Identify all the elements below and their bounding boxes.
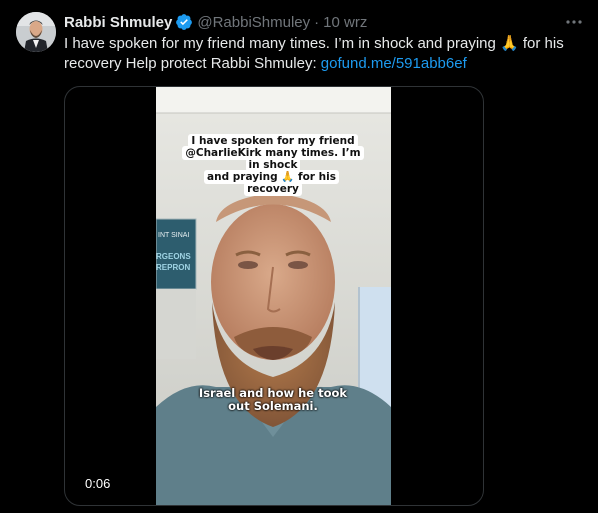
caption-bottom-line-2: out Solemani. <box>228 399 318 413</box>
more-options-button[interactable] <box>564 12 584 32</box>
tweet-date[interactable]: 10 wrz <box>323 14 367 31</box>
avatar-photo-icon <box>16 12 56 52</box>
caption-top-line-2: @CharlieKirk many times. I’m in shock <box>182 146 364 172</box>
tweet-text-line-2-content: recovery Help protect Rabbi Shmuley: <box>64 55 321 72</box>
gofundme-link[interactable]: gofund.me/591abb6ef <box>321 55 467 72</box>
video-frame[interactable]: INT SINAI RGEONS REPRON I have spoken fo… <box>156 87 391 505</box>
tweet-text-line-1: I have spoken for my friend many times. … <box>64 35 564 52</box>
separator-dot: · <box>314 13 320 31</box>
poster-text-low: REPRON <box>156 263 190 272</box>
tweet-header: Rabbi Shmuley @RabbiShmuley · 10 wrz <box>64 12 367 32</box>
video-player[interactable]: INT SINAI RGEONS REPRON I have spoken fo… <box>64 86 484 506</box>
tweet-text-line-2: recovery Help protect Rabbi Shmuley: gof… <box>64 54 564 74</box>
video-timestamp: 0:06 <box>85 476 111 491</box>
more-horizontal-icon <box>566 20 582 24</box>
poster-text-top: INT SINAI <box>158 232 189 239</box>
author-handle[interactable]: @RabbiShmuley <box>197 14 310 31</box>
tweet-text: I have spoken for my friend many times. … <box>64 34 564 74</box>
verified-badge-icon[interactable] <box>175 13 193 31</box>
video-caption-bottom: Israel and how he took out Solemani. <box>188 387 358 413</box>
poster-text-mid: RGEONS <box>156 252 191 261</box>
caption-top-line-3: and praying 🙏 for his recovery <box>204 170 339 196</box>
author-name[interactable]: Rabbi Shmuley <box>64 14 172 31</box>
video-caption-top: I have spoken for my friend @CharlieKirk… <box>178 134 368 196</box>
author-avatar[interactable] <box>16 12 56 52</box>
tweet: Rabbi Shmuley @RabbiShmuley · 10 wrz I h… <box>0 0 598 513</box>
